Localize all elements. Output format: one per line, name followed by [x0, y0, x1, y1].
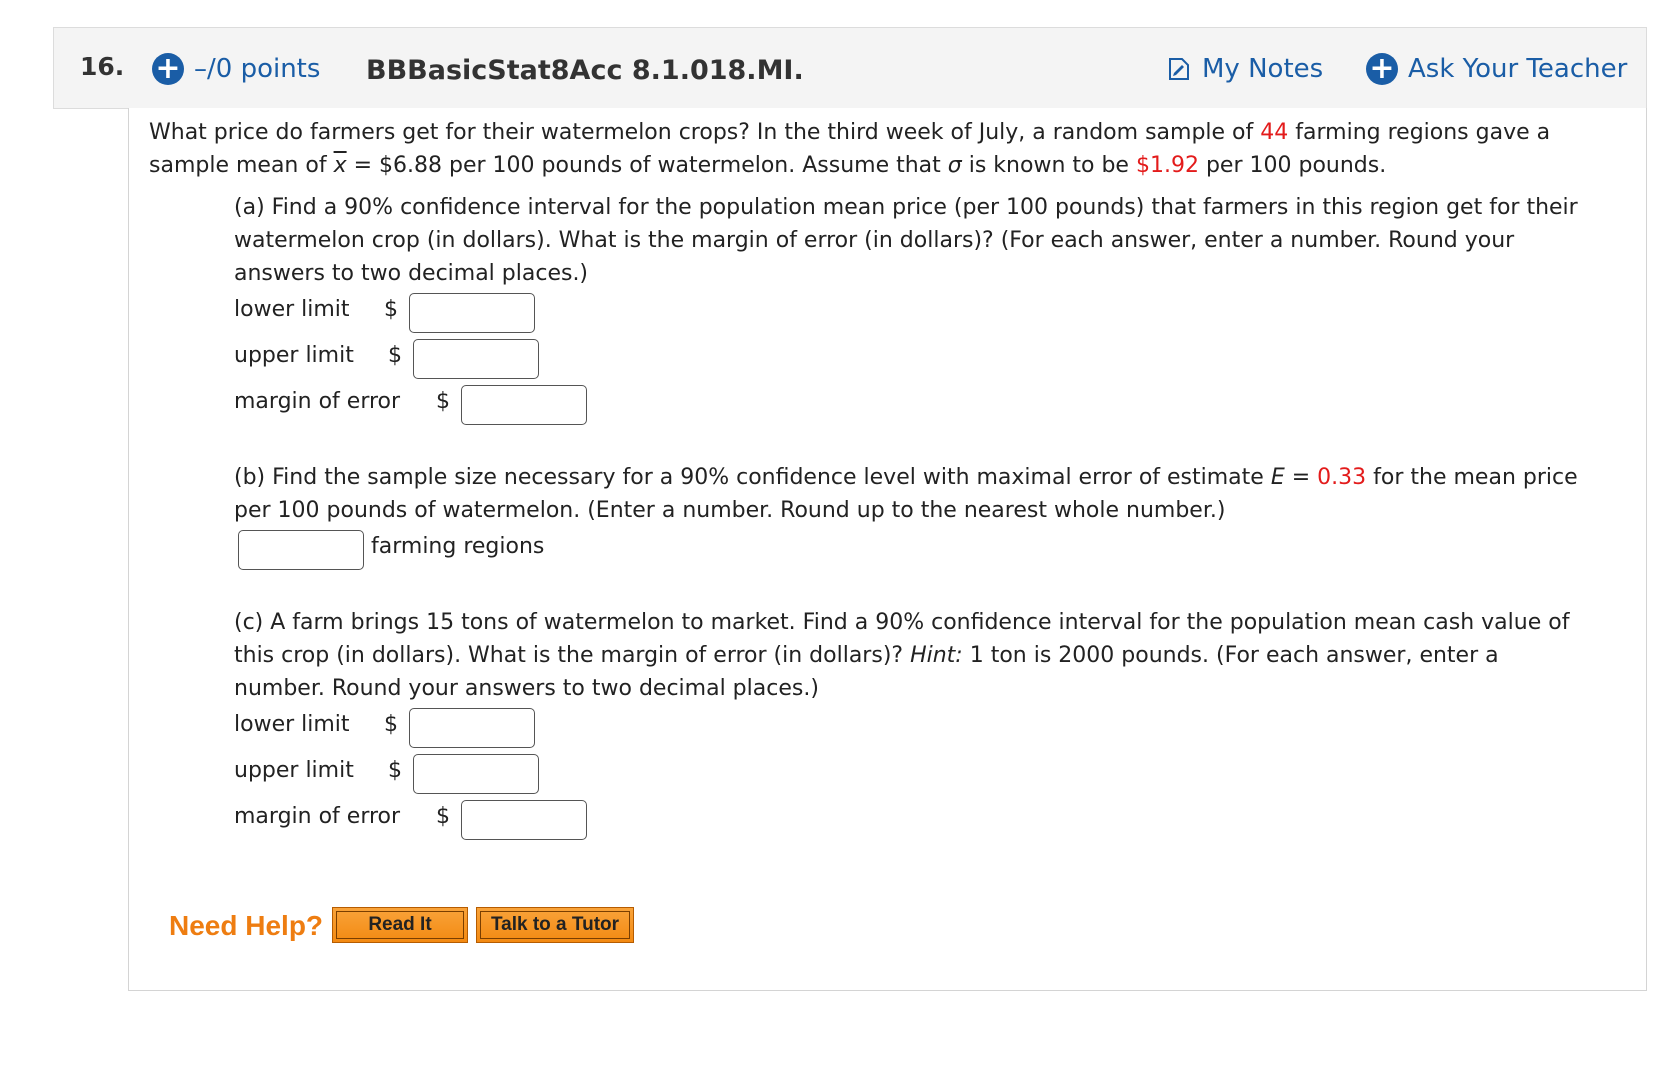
plus-icon: + — [1366, 53, 1398, 85]
intro-text: is known to be — [968, 153, 1129, 178]
points-toggle[interactable]: + –/0 points — [152, 53, 320, 85]
ask-teacher-button[interactable]: + Ask Your Teacher — [1366, 53, 1627, 85]
part-c-upper-label: upper limit — [234, 758, 354, 783]
currency-symbol: $ — [384, 297, 398, 322]
part-b-text: (b) Find the sample size necessary for a… — [234, 465, 1264, 490]
part-c-lower-input[interactable] — [409, 708, 535, 748]
part-c-line-2: this crop (in dollars). What is the marg… — [234, 643, 1499, 668]
e-value: 0.33 — [1317, 465, 1367, 490]
part-c-line-3: number. Round your answers to two decima… — [234, 676, 819, 701]
part-c-text: 1 ton is 2000 pounds. (For each answer, … — [969, 643, 1499, 668]
sigma-value: $1.92 — [1135, 153, 1199, 178]
part-a-line-3: answers to two decimal places.) — [234, 261, 589, 286]
intro-line-1: What price do farmers get for their wate… — [149, 120, 1550, 145]
question-header: 16. + –/0 points BBBasicStat8Acc 8.1.018… — [53, 27, 1647, 109]
talk-to-tutor-button[interactable]: Talk to a Tutor — [476, 907, 634, 943]
read-it-label: Read It — [336, 911, 464, 939]
intro-text: sample mean of — [149, 153, 327, 178]
intro-text: per 100 pounds. — [1205, 153, 1387, 178]
my-notes-button[interactable]: My Notes — [1168, 54, 1323, 84]
e-symbol: E — [1270, 465, 1285, 490]
intro-text: What price do farmers get for their wate… — [149, 120, 1254, 145]
part-a-moe-input[interactable] — [461, 385, 587, 425]
intro-text: farming regions gave a — [1295, 120, 1551, 145]
part-a-upper-input[interactable] — [413, 339, 539, 379]
part-b-line-2: per 100 pounds of watermelon. (Enter a n… — [234, 498, 1226, 523]
currency-symbol: $ — [384, 712, 398, 737]
part-a-upper-label: upper limit — [234, 343, 354, 368]
plus-icon: + — [152, 53, 184, 85]
sigma-symbol: σ — [947, 153, 962, 178]
part-a-moe-label: margin of error — [234, 389, 401, 414]
ask-teacher-label: Ask Your Teacher — [1408, 54, 1628, 84]
part-b-text: for the mean price — [1373, 465, 1578, 490]
part-b-unit-label: farming regions — [371, 534, 545, 559]
sample-size-value: 44 — [1260, 120, 1289, 145]
part-b-line-1: (b) Find the sample size necessary for a… — [234, 465, 1578, 490]
part-b-text: = — [1291, 465, 1311, 490]
question-id: BBBasicStat8Acc 8.1.018.MI. — [366, 55, 804, 86]
currency-symbol: $ — [436, 389, 450, 414]
part-c-upper-input[interactable] — [413, 754, 539, 794]
currency-symbol: $ — [388, 758, 402, 783]
question-number: 16. — [80, 52, 125, 81]
part-c-moe-label: margin of error — [234, 804, 401, 829]
my-notes-label: My Notes — [1202, 54, 1324, 84]
intro-line-2: sample mean of x = $6.88 per 100 pounds … — [149, 153, 1386, 178]
part-c-text: this crop (in dollars). What is the marg… — [234, 643, 904, 668]
part-c-moe-input[interactable] — [461, 800, 587, 840]
xbar-symbol: x — [333, 153, 347, 178]
hint-label: Hint: — [910, 643, 963, 668]
talk-to-tutor-label: Talk to a Tutor — [480, 911, 630, 939]
intro-text: = $6.88 per 100 pounds of watermelon. As… — [353, 153, 941, 178]
part-a-lower-label: lower limit — [234, 297, 350, 322]
part-a-line-2: watermelon crop (in dollars). What is th… — [234, 228, 1515, 253]
part-a-lower-input[interactable] — [409, 293, 535, 333]
need-help-label: Need Help? — [169, 910, 324, 941]
currency-symbol: $ — [436, 804, 450, 829]
currency-symbol: $ — [388, 343, 402, 368]
part-b-sample-size-input[interactable] — [238, 530, 364, 570]
part-a-line-1: (a) Find a 90% confidence interval for t… — [234, 195, 1578, 220]
points-label: –/0 points — [194, 54, 321, 84]
notes-icon — [1169, 58, 1189, 80]
part-c-lower-label: lower limit — [234, 712, 350, 737]
read-it-button[interactable]: Read It — [332, 907, 468, 943]
part-c-line-1: (c) A farm brings 15 tons of watermelon … — [234, 610, 1570, 635]
